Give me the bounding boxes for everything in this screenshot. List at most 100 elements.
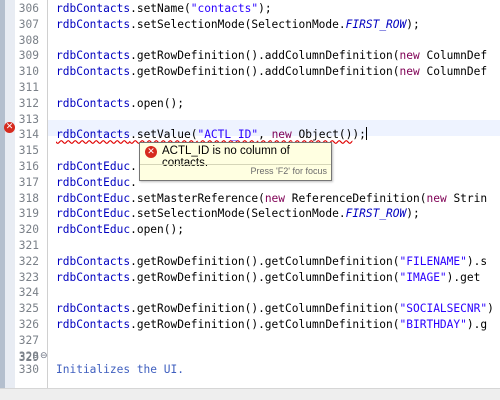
horizontal-scrollbar[interactable] [0, 388, 500, 400]
code-token: new [271, 128, 292, 142]
code-token: .open(); [130, 223, 184, 237]
text-caret [365, 127, 367, 141]
annotation-ruler[interactable] [5, 0, 15, 400]
line-number: 313 [18, 112, 39, 126]
code-token: ); [406, 17, 420, 31]
code-token: FIRST_ROW [345, 207, 407, 221]
code-line[interactable]: rdbContacts.open(); [56, 96, 184, 112]
error-hover-tooltip[interactable]: ✕ ACTL_ID is no column of contacts. Pres… [139, 142, 332, 181]
code-token: .setValue( [130, 128, 198, 142]
code-token: ); [258, 2, 272, 15]
line-number: 324 [18, 286, 39, 300]
code-line[interactable]: rdbContacts.setValue("ACTL_ID", new Obje… [56, 127, 367, 143]
code-token: rdbContEduc [56, 160, 131, 173]
code-token: .getRowDefinition().getColumnDefinition( [130, 270, 400, 284]
code-token: .open(); [130, 96, 184, 110]
code-token: new [399, 65, 420, 79]
tooltip-divider [140, 164, 331, 165]
line-number: 327 [18, 333, 39, 347]
code-token: , [258, 128, 272, 142]
code-token: new [426, 191, 447, 205]
code-editor[interactable]: rdbContacts.setName("contacts"); rdbConta… [0, 0, 500, 400]
code-token: "SOCIALSECNR" [399, 302, 488, 316]
line-number: 318 [18, 191, 39, 205]
code-token: FIRST_ROW [345, 17, 407, 31]
line-number: 314 [18, 128, 39, 142]
line-number: 322 [18, 254, 39, 268]
code-token: ).g [466, 318, 488, 331]
code-token: rdbContEduc [56, 191, 131, 205]
code-line[interactable]: rdbContacts.getRowDefinition().getColumn… [56, 270, 480, 286]
line-number: 320 [18, 223, 39, 237]
code-line[interactable]: rdbContEduc.setMasterReference(new Refer… [56, 191, 487, 207]
code-line[interactable]: rdbContacts.getRowDefinition().getColumn… [56, 254, 487, 270]
line-number: 316 [18, 160, 39, 173]
code-token: rdbContacts [56, 65, 131, 79]
code-token: rdbContacts [56, 96, 131, 110]
code-line[interactable]: rdbContacts.getRowDefinition().getColumn… [56, 301, 494, 317]
code-token: "BIRTHDAY" [399, 318, 467, 331]
code-line[interactable]: rdbContacts.setName("contacts"); [56, 1, 272, 17]
code-token: ColumnDef [419, 49, 488, 63]
line-number: 325 [18, 302, 39, 316]
line-number: 317 [18, 175, 39, 189]
code-token: Initializes the UI. [56, 363, 184, 376]
code-line[interactable]: rdbContacts.getRowDefinition().getColumn… [56, 317, 487, 333]
line-number: 308 [18, 33, 39, 47]
code-token: rdbContacts [56, 49, 131, 63]
line-number: 326 [18, 318, 39, 331]
line-number: 315 [18, 144, 39, 158]
fold-collapse-icon[interactable]: ⊖ [40, 351, 48, 361]
code-token: rdbContacts [56, 128, 131, 142]
code-token: "FILENAME" [399, 254, 467, 268]
line-number: 312 [18, 96, 39, 110]
code-token: "ACTL_ID" [197, 128, 259, 142]
code-token: .setSelectionMode(SelectionMode. [130, 17, 346, 31]
code-token: .setMasterReference( [130, 191, 265, 205]
line-number: 321 [18, 239, 39, 252]
code-token: . [130, 175, 137, 189]
code-token: .getRowDefinition().getColumnDefinition( [130, 254, 400, 268]
line-number: 311 [18, 81, 39, 94]
line-number: 330 [18, 363, 39, 376]
error-marker-icon[interactable]: ✕ [4, 122, 15, 133]
code-line[interactable]: rdbContacts.getRowDefinition().addColumn… [56, 64, 487, 80]
code-line[interactable]: rdbContEduc.open(); [56, 222, 184, 238]
code-token: ); [406, 207, 420, 221]
code-line[interactable]: rdbContEduc. [56, 175, 137, 191]
code-token: ).get [446, 270, 481, 284]
code-token: ); [352, 128, 366, 142]
code-token: .setName( [130, 2, 191, 15]
code-token: ).s [466, 254, 488, 268]
line-number: 307 [18, 17, 39, 31]
code-token: ) [487, 302, 494, 316]
code-token: .getRowDefinition().addColumnDefinition( [130, 49, 400, 63]
code-token: new [264, 191, 286, 205]
code-line[interactable]: rdbContEduc.setSelectionMode(SelectionMo… [56, 206, 420, 222]
code-line[interactable]: rdbContacts.getRowDefinition().addColumn… [56, 48, 487, 64]
code-token: rdbContacts [56, 318, 131, 331]
code-token: rdbContEduc [56, 207, 131, 221]
line-number: 309 [18, 49, 39, 63]
line-number: 306 [18, 2, 39, 15]
code-token: "IMAGE" [399, 270, 447, 284]
line-number: 323 [18, 270, 39, 284]
code-token: ReferenceDefinition( [285, 191, 427, 205]
code-token: rdbContacts [56, 17, 131, 31]
error-icon: ✕ [145, 146, 157, 158]
code-token: rdbContacts [56, 2, 131, 15]
code-line[interactable]: rdbContacts.setSelectionMode(SelectionMo… [56, 17, 420, 33]
code-token: rdbContacts [56, 302, 131, 316]
code-line[interactable]: Initializes the UI. [56, 362, 184, 378]
code-token: rdbContEduc [56, 175, 131, 189]
code-area[interactable]: rdbContacts.setName("contacts"); rdbConta… [48, 0, 500, 400]
code-token: Strin [446, 191, 488, 205]
code-line[interactable]: rdbContEduc. [56, 159, 137, 175]
tooltip-focus-hint: Press 'F2' for focus [250, 166, 327, 176]
code-token: new [399, 49, 420, 63]
code-token: .getRowDefinition().getColumnDefinition( [130, 302, 400, 316]
code-token: .getRowDefinition().getColumnDefinition( [130, 318, 400, 331]
code-token: "contacts" [190, 2, 259, 15]
code-token: rdbContacts [56, 254, 131, 268]
code-token: .getRowDefinition().addColumnDefinition( [130, 65, 400, 79]
